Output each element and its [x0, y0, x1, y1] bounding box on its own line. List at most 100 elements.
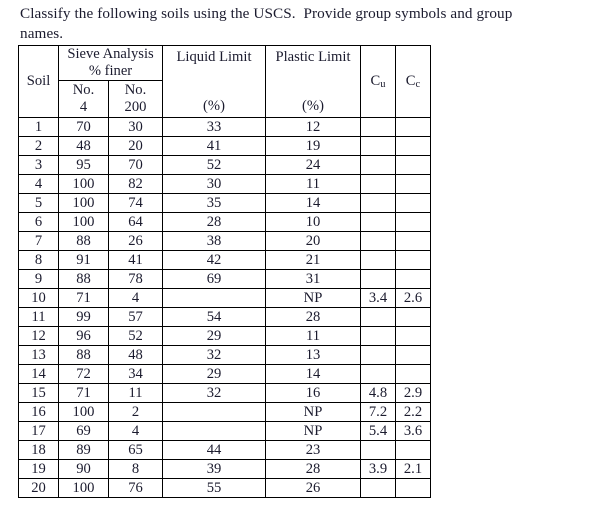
cell-percent-finer-no200: 74	[108, 193, 163, 213]
cell-cu	[360, 193, 396, 213]
cell-liquid-limit	[162, 402, 266, 422]
table-body: 1 70 30 33 12 2 48 20 41 19 3 95 70 52 24 4 100 82 30 11 5 10…	[18, 117, 431, 498]
header-row-1: Soil Sieve Analysis % finer Liquid Limit…	[18, 45, 431, 118]
cc-symbol-base: C	[405, 72, 416, 89]
cell-liquid-limit: 35	[162, 193, 266, 213]
cell-percent-finer-no4: 100	[58, 212, 109, 232]
cell-cu	[360, 155, 396, 175]
cell-soil-number: 10	[18, 288, 59, 308]
cell-plastic-limit: 20	[265, 231, 361, 251]
cell-cu	[360, 250, 396, 270]
soil-data-table-container: Soil Sieve Analysis % finer Liquid Limit…	[18, 45, 431, 498]
problem-statement-line-1: Classify the following soils using the U…	[20, 5, 513, 22]
cell-plastic-limit: 11	[265, 174, 361, 194]
plastic-limit-unit: (%)	[302, 97, 324, 114]
table-row: 4 100 82 30 11	[18, 174, 431, 194]
cell-plastic-limit: 13	[265, 345, 361, 365]
cell-plastic-limit: NP	[265, 421, 361, 441]
cell-percent-finer-no200: 4	[108, 288, 163, 308]
cell-percent-finer-no4: 89	[58, 440, 109, 460]
liquid-limit-unit: (%)	[203, 97, 225, 114]
cell-cu	[360, 364, 396, 384]
cell-soil-number: 18	[18, 440, 59, 460]
cell-liquid-limit: 52	[162, 155, 266, 175]
cell-plastic-limit: 12	[265, 117, 361, 137]
cell-cu	[360, 117, 396, 137]
column-header-cu: Cu	[360, 45, 396, 118]
cell-cu: 3.4	[360, 288, 396, 308]
cell-liquid-limit: 30	[162, 174, 266, 194]
cell-cu: 7.2	[360, 402, 396, 422]
table-row: 6 100 64 28 10	[18, 212, 431, 232]
cell-percent-finer-no4: 100	[58, 402, 109, 422]
cell-liquid-limit: 44	[162, 440, 266, 460]
cell-cc	[395, 212, 431, 232]
cell-cc	[395, 174, 431, 194]
liquid-limit-label: Liquid Limit	[176, 48, 252, 65]
cell-liquid-limit: 33	[162, 117, 266, 137]
cell-cu: 3.9	[360, 459, 396, 479]
cell-liquid-limit: 41	[162, 136, 266, 156]
table-row: 10 71 4 NP 3.4 2.6	[18, 288, 431, 308]
cell-percent-finer-no200: 30	[108, 117, 163, 137]
column-header-plastic-limit: Plastic Limit (%)	[265, 45, 361, 118]
cell-soil-number: 16	[18, 402, 59, 422]
cell-percent-finer-no4: 48	[58, 136, 109, 156]
cell-liquid-limit: 38	[162, 231, 266, 251]
cell-plastic-limit: 28	[265, 459, 361, 479]
cell-cc	[395, 231, 431, 251]
cell-soil-number: 9	[18, 269, 59, 289]
cell-plastic-limit: NP	[265, 288, 361, 308]
cell-liquid-limit	[162, 288, 266, 308]
cell-cu	[360, 345, 396, 365]
cc-symbol-subscript: c	[415, 78, 421, 90]
cell-plastic-limit: 19	[265, 136, 361, 156]
cell-soil-number: 20	[18, 478, 59, 498]
cell-percent-finer-no200: 34	[108, 364, 163, 384]
cell-percent-finer-no4: 96	[58, 326, 109, 346]
cell-cc	[395, 193, 431, 213]
cell-cu	[360, 269, 396, 289]
table-row: 3 95 70 52 24	[18, 155, 431, 175]
no200-label-line-1: No.	[124, 82, 147, 98]
cell-soil-number: 4	[18, 174, 59, 194]
no4-label-line-1: No.	[72, 82, 95, 98]
cell-soil-number: 14	[18, 364, 59, 384]
cell-cc	[395, 155, 431, 175]
table-row: 11 99 57 54 28	[18, 307, 431, 327]
cell-cc	[395, 136, 431, 156]
cell-cu	[360, 174, 396, 194]
cell-soil-number: 1	[18, 117, 59, 137]
cell-plastic-limit: 10	[265, 212, 361, 232]
cell-plastic-limit: 14	[265, 193, 361, 213]
cell-plastic-limit: 24	[265, 155, 361, 175]
cell-cc: 2.9	[395, 383, 431, 403]
sieve-analysis-label-line-1: Sieve Analysis	[67, 46, 154, 62]
cell-percent-finer-no200: 2	[108, 402, 163, 422]
cell-percent-finer-no200: 26	[108, 231, 163, 251]
cell-liquid-limit: 32	[162, 345, 266, 365]
cell-soil-number: 8	[18, 250, 59, 270]
cell-cc	[395, 269, 431, 289]
sieve-analysis-label-line-2: % finer	[88, 63, 133, 79]
cell-liquid-limit: 69	[162, 269, 266, 289]
cell-cc	[395, 307, 431, 327]
table-row: 12 96 52 29 11	[18, 326, 431, 346]
cell-cc	[395, 478, 431, 498]
cell-cc	[395, 345, 431, 365]
cell-percent-finer-no4: 100	[58, 174, 109, 194]
cell-percent-finer-no200: 48	[108, 345, 163, 365]
cell-percent-finer-no4: 69	[58, 421, 109, 441]
cell-cc: 2.2	[395, 402, 431, 422]
cell-soil-number: 3	[18, 155, 59, 175]
cu-symbol-base: C	[370, 72, 381, 89]
column-header-no4: No. 4	[58, 80, 109, 118]
cell-plastic-limit: 28	[265, 307, 361, 327]
cell-percent-finer-no4: 70	[58, 117, 109, 137]
column-header-soil: Soil	[18, 45, 59, 118]
column-header-no200: No. 200	[108, 80, 163, 118]
cell-percent-finer-no200: 78	[108, 269, 163, 289]
cell-cu	[360, 136, 396, 156]
cell-percent-finer-no4: 71	[58, 383, 109, 403]
cell-percent-finer-no200: 70	[108, 155, 163, 175]
